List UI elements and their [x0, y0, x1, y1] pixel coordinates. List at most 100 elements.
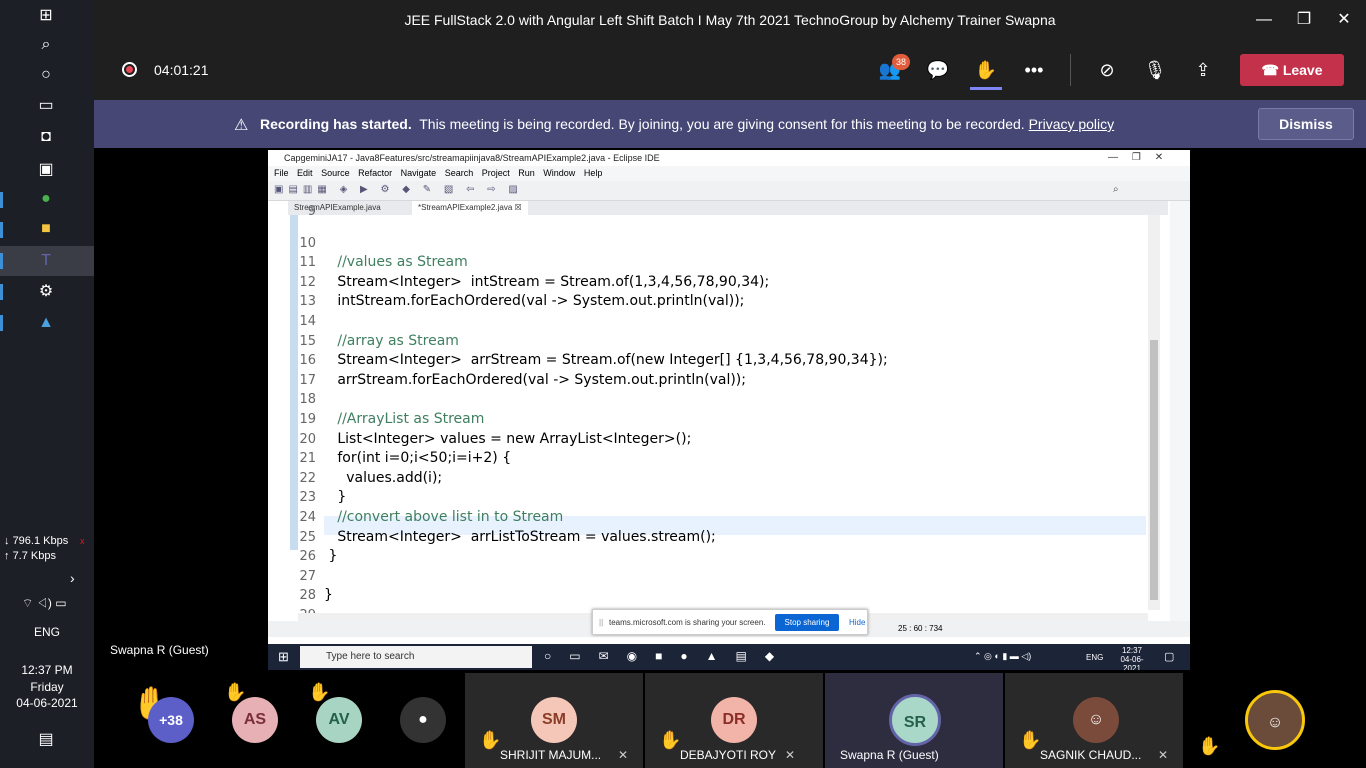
privacy-policy-link[interactable]: Privacy policy	[1029, 116, 1115, 132]
code-comment[interactable]: //ArrayList as Stream	[324, 410, 484, 429]
eclipse-menu-bar: File Edit Source Refactor Navigate Searc…	[268, 166, 1190, 181]
menu-window[interactable]: Window	[543, 168, 575, 178]
meeting-title: JEE FullStack 2.0 with Angular Left Shif…	[404, 12, 1056, 28]
self-video-avatar[interactable]: ☺	[1245, 690, 1305, 750]
menu-refactor[interactable]: Refactor	[358, 168, 392, 178]
eclipse-toolbar[interactable]: ▣▤▥▦ ◈ ▶ ⚙ ◆ ✎ ▧ ⇦ ⇨ ▨ ⌕	[268, 181, 1190, 201]
taskbar-language[interactable]: ENG	[1086, 653, 1103, 662]
teams-title-bar: JEE FullStack 2.0 with Angular Left Shif…	[94, 0, 1366, 40]
more-actions-icon[interactable]: •••	[1021, 58, 1047, 82]
windows-start-icon[interactable]: ⊞	[278, 649, 289, 665]
mic-off-icon: ✕	[785, 748, 796, 762]
taskbar-clock[interactable]: 12:37 04-06-2021	[1114, 646, 1150, 670]
code-line[interactable]: for(int i=0;i<50;i=i+2) {	[324, 449, 511, 468]
line-number: 17	[299, 372, 316, 388]
task-view-icon[interactable]: ▭	[33, 94, 59, 116]
code-line[interactable]: Stream<Integer> arrListToStream = values…	[324, 528, 715, 547]
mic-off-icon[interactable]: 🎙	[1142, 58, 1168, 82]
menu-run[interactable]: Run	[518, 168, 535, 178]
clock-time[interactable]: 12:37 PM	[0, 663, 94, 677]
line-number: 27	[299, 568, 316, 584]
settings-app-icon[interactable]: ⚙	[33, 280, 59, 302]
sharing-message: teams.microsoft.com is sharing your scre…	[609, 618, 766, 627]
avatar-av[interactable]: AV	[316, 697, 362, 743]
image-app-icon[interactable]: ▲	[33, 312, 59, 334]
line-number: 22	[299, 470, 316, 486]
search-icon[interactable]: ⌕	[33, 34, 59, 56]
search-icon[interactable]: ⌕	[1113, 184, 1119, 195]
eclipse-side-panel[interactable]	[1170, 201, 1190, 621]
call-timer: 04:01:21	[154, 62, 209, 78]
tab-streamapiexample2[interactable]: *StreamAPIExample2.java ☒	[412, 201, 528, 215]
cortana-icon[interactable]: ○	[33, 64, 59, 86]
tray-icons[interactable]: ⌃ ◎ ◐ ▮ ▬ ◁)	[974, 651, 1031, 662]
code-line[interactable]: Stream<Integer> intStream = Stream.of(1,…	[324, 273, 769, 292]
dismiss-button[interactable]: Dismiss	[1258, 108, 1354, 140]
minimize-icon[interactable]: —	[1250, 8, 1278, 32]
leave-button[interactable]: ☎ Leave	[1240, 54, 1344, 86]
language-indicator[interactable]: ENG	[0, 625, 94, 639]
code-line[interactable]: intStream.forEachOrdered(val -> System.o…	[324, 292, 744, 311]
photos-app-icon[interactable]: ▣	[33, 158, 59, 180]
code-line[interactable]: }	[324, 547, 337, 566]
code-line[interactable]: }	[324, 586, 333, 605]
hide-button[interactable]: Hide	[849, 618, 865, 627]
camera-app-icon[interactable]: ◘	[33, 126, 59, 148]
active-indicator	[970, 87, 1002, 90]
taskbar-search-box[interactable]: Type here to search	[300, 646, 532, 668]
code-line[interactable]: Stream<Integer> arrStream = Stream.of(ne…	[324, 351, 887, 370]
more-participants-button[interactable]: +38	[148, 697, 194, 743]
chevron-right-icon[interactable]: ›	[70, 570, 75, 586]
code-line[interactable]: List<Integer> values = new ArrayList<Int…	[324, 430, 691, 449]
camera-off-icon[interactable]: ⊘	[1094, 58, 1120, 82]
code-comment[interactable]: //convert above list in to Stream	[324, 508, 563, 527]
raised-hand-icon: ✋	[1198, 736, 1221, 756]
close-icon[interactable]: x	[80, 536, 85, 546]
raise-hand-icon[interactable]: ✋	[973, 58, 999, 82]
eclipse-window-controls[interactable]: — ❐ ✕	[1108, 152, 1163, 163]
code-comment[interactable]: //array as Stream	[324, 332, 459, 351]
line-number: 28	[299, 588, 316, 604]
menu-navigate[interactable]: Navigate	[401, 168, 437, 178]
line-number: 13	[299, 294, 316, 310]
vertical-scrollbar[interactable]	[1148, 215, 1160, 610]
tray-icons[interactable]: ⌔ ◁) ▭	[22, 596, 67, 611]
screen-sharing-bar: || teams.microsoft.com is sharing your s…	[592, 609, 868, 635]
line-number: 24	[299, 510, 316, 525]
code-editor[interactable]: //values as Stream Stream<Integer> intSt…	[324, 215, 1144, 610]
menu-source[interactable]: Source	[321, 168, 350, 178]
code-line[interactable]: values.add(i);	[324, 469, 442, 488]
close-window-icon[interactable]: ✕	[1330, 8, 1358, 32]
line-number: 12	[299, 274, 316, 290]
windows-start-icon[interactable]: ⊞	[33, 4, 59, 26]
avatar-photo: ☺	[1073, 697, 1119, 743]
notifications-icon[interactable]: ▢	[1164, 650, 1174, 663]
teams-app-icon[interactable]: T	[33, 250, 59, 272]
file-explorer-icon[interactable]: ■	[33, 218, 59, 240]
code-line[interactable]: arrStream.forEachOrdered(val -> System.o…	[324, 371, 746, 390]
clock-day: Friday	[30, 680, 64, 694]
line-numbers: 9101112131415161718192021222324252627282…	[298, 204, 322, 623]
menu-edit[interactable]: Edit	[297, 168, 313, 178]
menu-file[interactable]: File	[274, 168, 289, 178]
taskbar-apps[interactable]: ○▭✉◉■●▲▤◆	[544, 649, 792, 663]
windows-taskbar: ⊞ Type here to search ○▭✉◉■●▲▤◆ ⌃ ◎ ◐ ▮ …	[268, 644, 1190, 670]
notifications-icon[interactable]: ▤	[33, 728, 59, 750]
avatar-dr: DR	[711, 697, 757, 743]
chrome-icon[interactable]: ●	[33, 188, 59, 210]
avatar-sr: SR	[889, 694, 941, 746]
mic-off-icon: ✕	[618, 748, 629, 762]
stop-sharing-button[interactable]: Stop sharing	[775, 614, 839, 631]
menu-help[interactable]: Help	[584, 168, 603, 178]
code-line[interactable]: }	[324, 488, 346, 507]
avatar-as[interactable]: AS	[232, 697, 278, 743]
participant-name: DEBAJYOTI ROY	[680, 748, 777, 762]
line-number: 9	[307, 204, 316, 219]
restore-icon[interactable]: ❐	[1290, 8, 1318, 32]
code-comment[interactable]: //values as Stream	[324, 253, 467, 272]
share-screen-icon[interactable]: ⇪	[1190, 58, 1216, 82]
chat-icon[interactable]: 💬	[925, 58, 951, 82]
avatar-photo[interactable]: ●	[400, 697, 446, 743]
menu-project[interactable]: Project	[482, 168, 510, 178]
menu-search[interactable]: Search	[445, 168, 474, 178]
